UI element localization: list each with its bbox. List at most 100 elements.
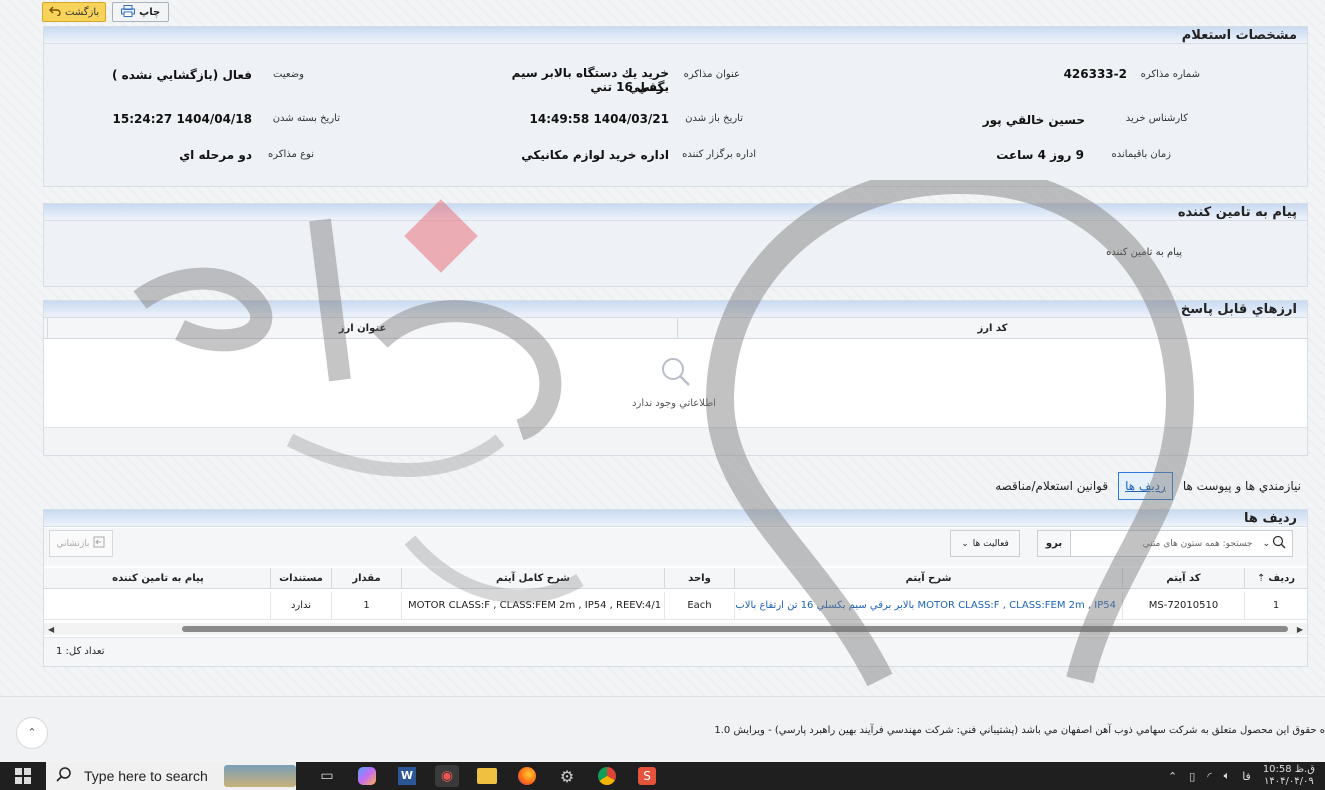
back-arrow-icon bbox=[49, 6, 61, 19]
taskbar-search-placeholder: Type here to search bbox=[84, 768, 208, 784]
top-toolbar: بازگشت چاپ bbox=[42, 2, 170, 22]
page: بازگشت چاپ مشخصات استعلام شماره مذاكره 4… bbox=[0, 0, 1325, 762]
col-docs[interactable]: مستندات bbox=[270, 568, 331, 588]
col-index[interactable]: رديف ⇡ bbox=[1244, 568, 1307, 588]
open-date-value: 1404/03/21 14:49:58 bbox=[529, 112, 669, 126]
cell-index: 1 bbox=[1244, 592, 1307, 619]
word-icon[interactable]: W bbox=[394, 766, 420, 786]
print-label: چاپ bbox=[139, 6, 161, 18]
volume-icon[interactable]: 🔈︎ bbox=[1224, 769, 1231, 783]
cell-full-desc: MOTOR CLASS:F , CLASS:FEM 2m , IP54 , RE… bbox=[401, 592, 664, 619]
type-value: دو مرحله اي bbox=[179, 148, 252, 162]
tab-rules[interactable]: قوانين استعلام/مناقصه bbox=[991, 473, 1112, 499]
specs-title: مشخصات استعلام bbox=[44, 27, 1307, 44]
expert-label: كارشناس خريد bbox=[1125, 113, 1188, 124]
currencies-empty-area: اطلاعاتي وجود ندارد bbox=[44, 342, 1307, 428]
printer-icon bbox=[121, 4, 136, 20]
table-row[interactable]: 1 MS-72010510 MOTOR CLASS:F , CLASS:FEM … bbox=[44, 592, 1307, 620]
cell-unit: Each bbox=[664, 592, 734, 619]
go-button[interactable]: برو bbox=[1037, 530, 1071, 557]
org-value: اداره خريد لوازم مكانيكي bbox=[521, 148, 669, 162]
message-title: پيام به تامين كننده bbox=[44, 204, 1307, 221]
subject-label: عنوان مذاكره bbox=[683, 69, 740, 80]
subject-value-line2: برقي 16 تني bbox=[590, 80, 669, 94]
eye-app-icon[interactable]: ◉ bbox=[434, 765, 460, 787]
clock[interactable]: 10:58 ق.ظ ۱۴۰۴/۰۴/۰۹ bbox=[1263, 764, 1315, 788]
chevron-up-icon: ⌃ bbox=[27, 726, 37, 739]
reset-icon bbox=[93, 536, 105, 551]
type-label: نوع مذاكره bbox=[268, 149, 314, 160]
actions-label: فعاليت ها bbox=[972, 538, 1009, 549]
scroll-right-icon[interactable]: ▶ bbox=[1297, 625, 1303, 634]
reset-button[interactable]: بازنشاني bbox=[49, 530, 113, 557]
red-app-icon[interactable]: S bbox=[634, 766, 660, 786]
col-qty[interactable]: مقدار bbox=[331, 568, 401, 588]
org-label: اداره برگزار كننده bbox=[682, 149, 756, 160]
magnifier-icon bbox=[660, 356, 692, 391]
wifi-icon[interactable]: ◜ bbox=[1207, 770, 1211, 783]
col-item-code[interactable]: كد آيتم bbox=[1122, 568, 1244, 588]
remaining-value: 9 روز 4 ساعت bbox=[996, 148, 1084, 162]
chrome-icon[interactable] bbox=[594, 766, 620, 786]
tabs: نيازمندي ها و پيوست ها رديف ها قوانين اس… bbox=[991, 472, 1305, 500]
remaining-label: زمان باقيمانده bbox=[1111, 149, 1171, 160]
clock-date: ۱۴۰۴/۰۴/۰۹ bbox=[1264, 776, 1314, 787]
windows-start-icon[interactable] bbox=[10, 766, 36, 786]
status-label: وضعيت bbox=[273, 69, 304, 80]
search-placeholder: جستجو: همه ستون هاي متني bbox=[1142, 538, 1253, 549]
expert-value: حسين خالقي پور bbox=[982, 113, 1085, 127]
settings-app-icon[interactable]: ⚙ bbox=[554, 766, 580, 786]
scroll-top-button[interactable]: ⌃ bbox=[16, 717, 48, 749]
cell-qty: 1 bbox=[331, 592, 401, 619]
task-view-icon[interactable]: ▭ bbox=[314, 766, 340, 786]
col-item-desc[interactable]: شرح آيتم bbox=[734, 568, 1122, 588]
tab-rows[interactable]: رديف ها bbox=[1118, 472, 1173, 500]
open-date-label: تاريخ باز شدن bbox=[685, 113, 743, 124]
col-currency-title[interactable]: عنوان ارز bbox=[47, 318, 677, 338]
sort-icon: ⇡ bbox=[1257, 572, 1266, 584]
currencies-panel: ارزهاي قابل پاسخ كد ارز عنوان ارز اطلاعا… bbox=[43, 300, 1308, 456]
col-unit[interactable]: واحد bbox=[664, 568, 734, 588]
tray-device-icon[interactable]: ▯ bbox=[1189, 770, 1195, 783]
tray-chevron-up-icon[interactable]: ⌃ bbox=[1168, 770, 1177, 783]
rows-panel: رديف ها ⌄ جستجو: همه ستون هاي متني برو ف… bbox=[43, 509, 1308, 667]
print-button[interactable]: چاپ bbox=[112, 2, 170, 22]
total-count: تعداد كل: 1 bbox=[56, 646, 105, 657]
language-indicator[interactable]: فا bbox=[1242, 770, 1251, 783]
file-explorer-icon[interactable] bbox=[474, 766, 500, 786]
chevron-down-icon[interactable]: ⌄ bbox=[1262, 539, 1270, 549]
horizontal-scrollbar[interactable]: ◀ ▶ bbox=[44, 623, 1307, 635]
reset-label: بازنشاني bbox=[56, 538, 90, 549]
number-value: 426333-2 bbox=[1063, 67, 1127, 81]
actions-chevron-icon: ⌄ bbox=[961, 538, 969, 549]
taskbar-search[interactable]: Type here to search bbox=[46, 762, 296, 790]
copilot-icon[interactable] bbox=[354, 766, 380, 786]
close-date-value: 1404/04/18 15:24:27 bbox=[112, 112, 252, 126]
cell-item-code: MS-72010510 bbox=[1122, 592, 1244, 619]
back-button[interactable]: بازگشت bbox=[42, 2, 107, 22]
clock-time: 10:58 ق.ظ bbox=[1262, 764, 1315, 775]
cell-docs: ندارد bbox=[270, 592, 331, 619]
scroll-left-icon[interactable]: ◀ bbox=[48, 625, 54, 634]
tab-requirements[interactable]: نيازمندي ها و پيوست ها bbox=[1179, 473, 1305, 499]
back-label: بازگشت bbox=[65, 6, 100, 18]
actions-menu-button[interactable]: فعاليت ها ⌄ bbox=[950, 530, 1020, 557]
status-value: فعال (بازگشايي نشده ) bbox=[111, 68, 252, 82]
search-field[interactable]: ⌄ جستجو: همه ستون هاي متني bbox=[1037, 530, 1293, 557]
rows-toolbar: ⌄ جستجو: همه ستون هاي متني برو فعاليت ها… bbox=[44, 528, 1307, 566]
specs-panel: مشخصات استعلام شماره مذاكره 426333-2 كار… bbox=[43, 26, 1308, 187]
firefox-icon[interactable] bbox=[514, 766, 540, 786]
currencies-title: ارزهاي قابل پاسخ bbox=[44, 301, 1307, 318]
message-label: پيام به تامين كننده bbox=[1106, 247, 1182, 258]
scrollbar-thumb[interactable] bbox=[182, 626, 1288, 632]
cell-item-desc-link[interactable]: MOTOR CLASS:F , CLASS:FEM 2m , IP54 بالا… bbox=[734, 592, 1122, 619]
taskbar-search-icon bbox=[56, 766, 72, 786]
search-icon bbox=[1272, 535, 1286, 552]
col-currency-code[interactable]: كد ارز bbox=[677, 318, 1307, 338]
system-tray: ⌃ ▯ ◜ 🔈︎ فا 10:58 ق.ظ ۱۴۰۴/۰۴/۰۹ bbox=[1168, 764, 1325, 788]
col-message[interactable]: پيام به تامين كننده bbox=[46, 568, 270, 588]
currencies-grid-header: كد ارز عنوان ارز bbox=[44, 318, 1307, 339]
number-label: شماره مذاكره bbox=[1140, 69, 1200, 80]
col-full-desc[interactable]: شرح كامل آيتم bbox=[401, 568, 664, 588]
rows-footer: تعداد كل: 1 bbox=[44, 637, 1307, 666]
